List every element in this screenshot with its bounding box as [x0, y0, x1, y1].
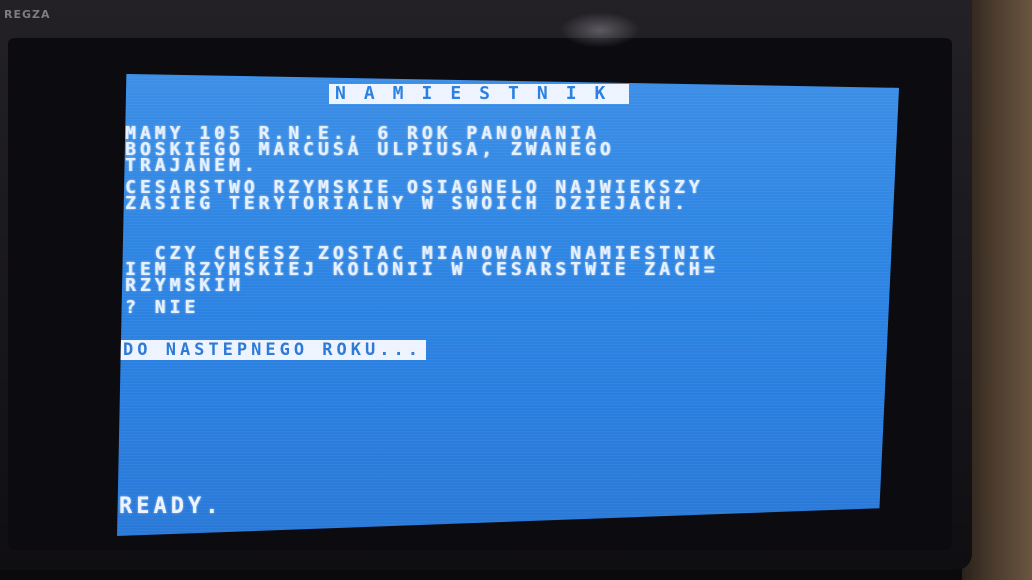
photo-scene: REGZA NAMIESTNIK MAMY 105 R.N.E., 6 ROK … — [0, 0, 1032, 580]
screen-line-9: RZYMSKIM — [125, 275, 244, 296]
ready-prompt: READY. — [119, 494, 223, 519]
next-year-prompt[interactable]: DO NASTEPNEGO ROKU... — [119, 340, 426, 360]
tv-brand-logo: REGZA — [4, 8, 51, 21]
wall-background — [962, 0, 1032, 580]
screen-line-3: TRAJANEM. — [125, 155, 259, 176]
screen-prompt-answer: ? NIE — [125, 297, 200, 318]
computer-screen: NAMIESTNIK MAMY 105 R.N.E., 6 ROK PANOWA… — [117, 74, 899, 536]
screen-title: NAMIESTNIK — [329, 84, 630, 104]
screen-line-5: ZASIEG TERYTORIALNY W SWOICH DZIEJACH. — [125, 193, 689, 214]
